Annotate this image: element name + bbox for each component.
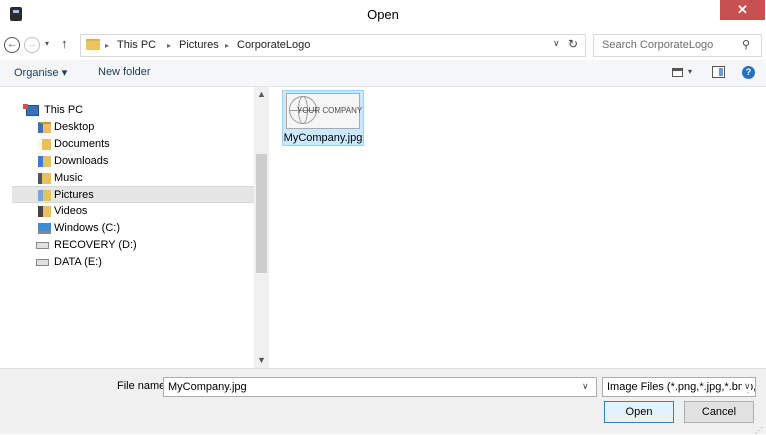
help-icon[interactable]: ? [742,66,755,79]
file-type-value: Image Files (*.png,*.jpg,*.bmp,*.gif) [607,381,756,393]
desktop-folder-icon [38,122,51,133]
address-dropdown-icon[interactable]: ∨ [553,38,560,49]
organise-menu[interactable]: Organise ▾ [14,66,67,79]
file-name-label: File name: [117,380,169,392]
sidebar-item-desktop[interactable]: Desktop [14,119,254,136]
sidebar-item-label: RECOVERY (D:) [54,239,137,251]
breadcrumb-separator[interactable]: ▸ [225,41,229,50]
change-view-icon[interactable] [672,68,683,77]
recent-locations-chevron-icon[interactable]: ▾ [45,39,49,48]
title-bar: Open ✕ [0,0,766,30]
sidebar-item-music[interactable]: Music [14,170,254,187]
sidebar-item-label: DATA (E:) [54,256,102,268]
drive-icon [36,259,49,266]
breadcrumb-separator[interactable]: ▸ [167,41,171,50]
sidebar-item-documents[interactable]: Documents [14,136,254,153]
file-type-select[interactable]: Image Files (*.png,*.jpg,*.bmp,*.gif) ∨ [602,377,756,397]
windows-drive-icon [38,223,51,234]
sidebar-item-label: Pictures [54,189,94,201]
sidebar-item-recovery-d[interactable]: RECOVERY (D:) [14,237,254,254]
navigation-pane-scrollbar[interactable]: ▲ ▼ [254,87,269,368]
sidebar-item-label: Music [54,172,83,184]
sidebar-item-label: This PC [44,104,84,116]
forward-icon[interactable]: → [24,37,40,53]
view-options-chevron-icon[interactable]: ▾ [688,67,692,76]
videos-folder-icon [38,206,51,217]
image-thumbnail: YOUR COMPANY [286,93,363,129]
navigation-bar: ← → ▾ ↑ ▸ This PC ▸ Pictures ▸ Corporate… [0,30,766,60]
sidebar-item-label: Videos [54,205,88,217]
drive-icon [36,242,49,249]
documents-folder-icon [38,139,51,150]
window-title: Open [367,7,399,22]
back-icon[interactable]: ← [4,37,20,53]
navigation-pane: This PC Desktop Documents Downloads Musi… [0,87,254,368]
sidebar-item-windows-c[interactable]: Windows (C:) [14,220,254,237]
breadcrumb-corporatelogo[interactable]: CorporateLogo [237,39,310,51]
sidebar-item-videos[interactable]: Videos [14,203,254,220]
sidebar-item-data-e[interactable]: DATA (E:) [14,254,254,271]
file-name-dropdown-icon[interactable]: ∨ [582,381,589,392]
breadcrumb-this-pc[interactable]: This PC [117,39,156,51]
sidebar-item-label: Windows (C:) [54,222,121,234]
refresh-icon[interactable]: ↻ [568,37,578,51]
this-pc-icon [23,104,39,116]
file-name-value: MyCompany.jpg [168,381,247,393]
thumbnail-text: YOUR COMPANY [297,106,363,115]
close-button[interactable]: ✕ [720,0,765,20]
dialog-footer: File name: MyCompany.jpg ∨ Image Files (… [0,368,766,435]
file-name-input[interactable]: MyCompany.jpg ∨ [163,377,597,397]
command-bar: Organise ▾ New folder ▾ ? [0,60,766,87]
sidebar-item-this-pc[interactable]: This PC [14,102,254,119]
search-placeholder: Search CorporateLogo [602,39,714,51]
search-icon[interactable]: ⚲ [742,38,750,51]
search-input[interactable]: Search CorporateLogo ⚲ [593,34,762,57]
music-folder-icon [38,173,51,184]
preview-pane-icon[interactable] [712,66,725,78]
file-list: YOUR COMPANY MyCompany.jpg [269,87,766,368]
sidebar-item-label: Desktop [54,121,95,133]
file-item[interactable]: YOUR COMPANY MyCompany.jpg [282,90,364,146]
breadcrumb-pictures[interactable]: Pictures [179,39,219,51]
file-name-label: MyCompany.jpg [283,132,363,144]
new-folder-button[interactable]: New folder [98,66,151,78]
folder-icon [86,39,100,50]
sidebar-item-pictures[interactable]: Pictures [12,186,254,203]
file-type-dropdown-icon[interactable]: ∨ [742,381,751,392]
scrollbar-thumb[interactable] [256,154,267,273]
cancel-button[interactable]: Cancel [684,401,754,423]
breadcrumb-separator[interactable]: ▸ [105,41,109,50]
downloads-folder-icon [38,156,51,167]
address-bar[interactable]: ▸ This PC ▸ Pictures ▸ CorporateLogo ∨ ↻ [80,34,586,57]
sidebar-item-label: Downloads [54,155,109,167]
scroll-down-icon[interactable]: ▼ [257,355,266,365]
up-arrow-icon[interactable]: ↑ [61,36,68,51]
scroll-up-icon[interactable]: ▲ [257,89,266,99]
open-button[interactable]: Open [604,401,674,423]
sidebar-item-label: Documents [54,138,110,150]
pictures-folder-icon [38,190,51,201]
sidebar-item-downloads[interactable]: Downloads [14,153,254,170]
